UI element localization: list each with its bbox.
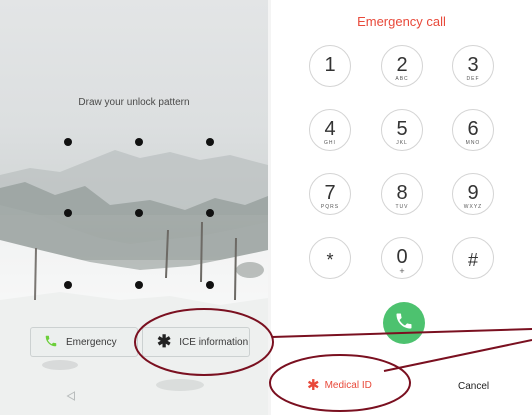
key-letters: + (399, 266, 405, 276)
asterisk-icon: ✱ (307, 376, 320, 394)
ice-information-label: ICE information (179, 336, 249, 348)
key-digit: 7 (324, 182, 336, 204)
dial-key-4[interactable]: 4 GHI (309, 109, 351, 151)
key-letters: ABC (395, 76, 409, 82)
key-letters: GHI (324, 140, 336, 146)
pattern-dot[interactable] (64, 281, 72, 289)
key-digit: 4 (324, 118, 336, 140)
key-letters: JKL (396, 140, 408, 146)
key-letters: DEF (466, 76, 480, 82)
key-digit: 0 (396, 246, 408, 268)
key-digit: 1 (324, 54, 336, 76)
dial-key-2[interactable]: 2 ABC (381, 45, 423, 87)
dial-key-8[interactable]: 8 TUV (381, 173, 423, 215)
pattern-dot[interactable] (206, 138, 214, 146)
key-digit: 8 (396, 182, 408, 204)
pattern-dot[interactable] (64, 209, 72, 217)
dial-key-hash[interactable]: # (452, 237, 494, 279)
dial-key-9[interactable]: 9 WXYZ (452, 173, 494, 215)
asterisk-icon: ✱ (157, 332, 172, 351)
emergency-label: Emergency (66, 336, 117, 348)
phone-icon (394, 311, 414, 336)
dial-key-star[interactable]: * (309, 237, 351, 279)
key-digit: * (326, 250, 334, 270)
emergency-button[interactable]: Emergency (30, 327, 138, 357)
emergency-dialer: Emergency call 1 2 ABC 3 DEF 4 GHI 5 JKL… (271, 0, 532, 415)
key-letters: TUV (395, 204, 409, 210)
key-letters: WXYZ (463, 204, 483, 210)
key-digit: # (467, 250, 478, 270)
pattern-dot[interactable] (135, 138, 143, 146)
dial-key-6[interactable]: 6 MNO (452, 109, 494, 151)
pattern-dot[interactable] (135, 281, 143, 289)
key-digit: 2 (396, 54, 408, 76)
key-digit: 9 (467, 182, 479, 204)
dial-key-3[interactable]: 3 DEF (452, 45, 494, 87)
key-letters: PQRS (320, 204, 340, 210)
dial-key-0[interactable]: 0 + (381, 237, 423, 279)
medical-id-label: Medical ID (324, 380, 372, 391)
pattern-dot[interactable] (64, 138, 72, 146)
phone-icon (44, 334, 58, 351)
dial-key-7[interactable]: 7 PQRS (309, 173, 351, 215)
dial-key-5[interactable]: 5 JKL (381, 109, 423, 151)
back-triangle-icon[interactable] (66, 388, 76, 406)
pattern-dot[interactable] (206, 209, 214, 217)
unlock-pattern-prompt: Draw your unlock pattern (78, 97, 190, 108)
lock-screen: Draw your unlock pattern Emergency ✱ ICE… (0, 0, 268, 415)
key-digit: 3 (467, 54, 479, 76)
key-digit: 5 (396, 118, 408, 140)
dialer-title: Emergency call (357, 14, 446, 29)
medical-id-button[interactable]: ✱ Medical ID (307, 376, 372, 394)
ice-information-button[interactable]: ✱ ICE information (142, 327, 250, 357)
call-button[interactable] (383, 302, 425, 344)
pattern-dot[interactable] (135, 209, 143, 217)
dial-key-1[interactable]: 1 (309, 45, 351, 87)
pattern-dot[interactable] (206, 281, 214, 289)
key-digit: 6 (467, 118, 479, 140)
key-letters: MNO (465, 140, 481, 146)
cancel-button[interactable]: Cancel (458, 381, 489, 392)
